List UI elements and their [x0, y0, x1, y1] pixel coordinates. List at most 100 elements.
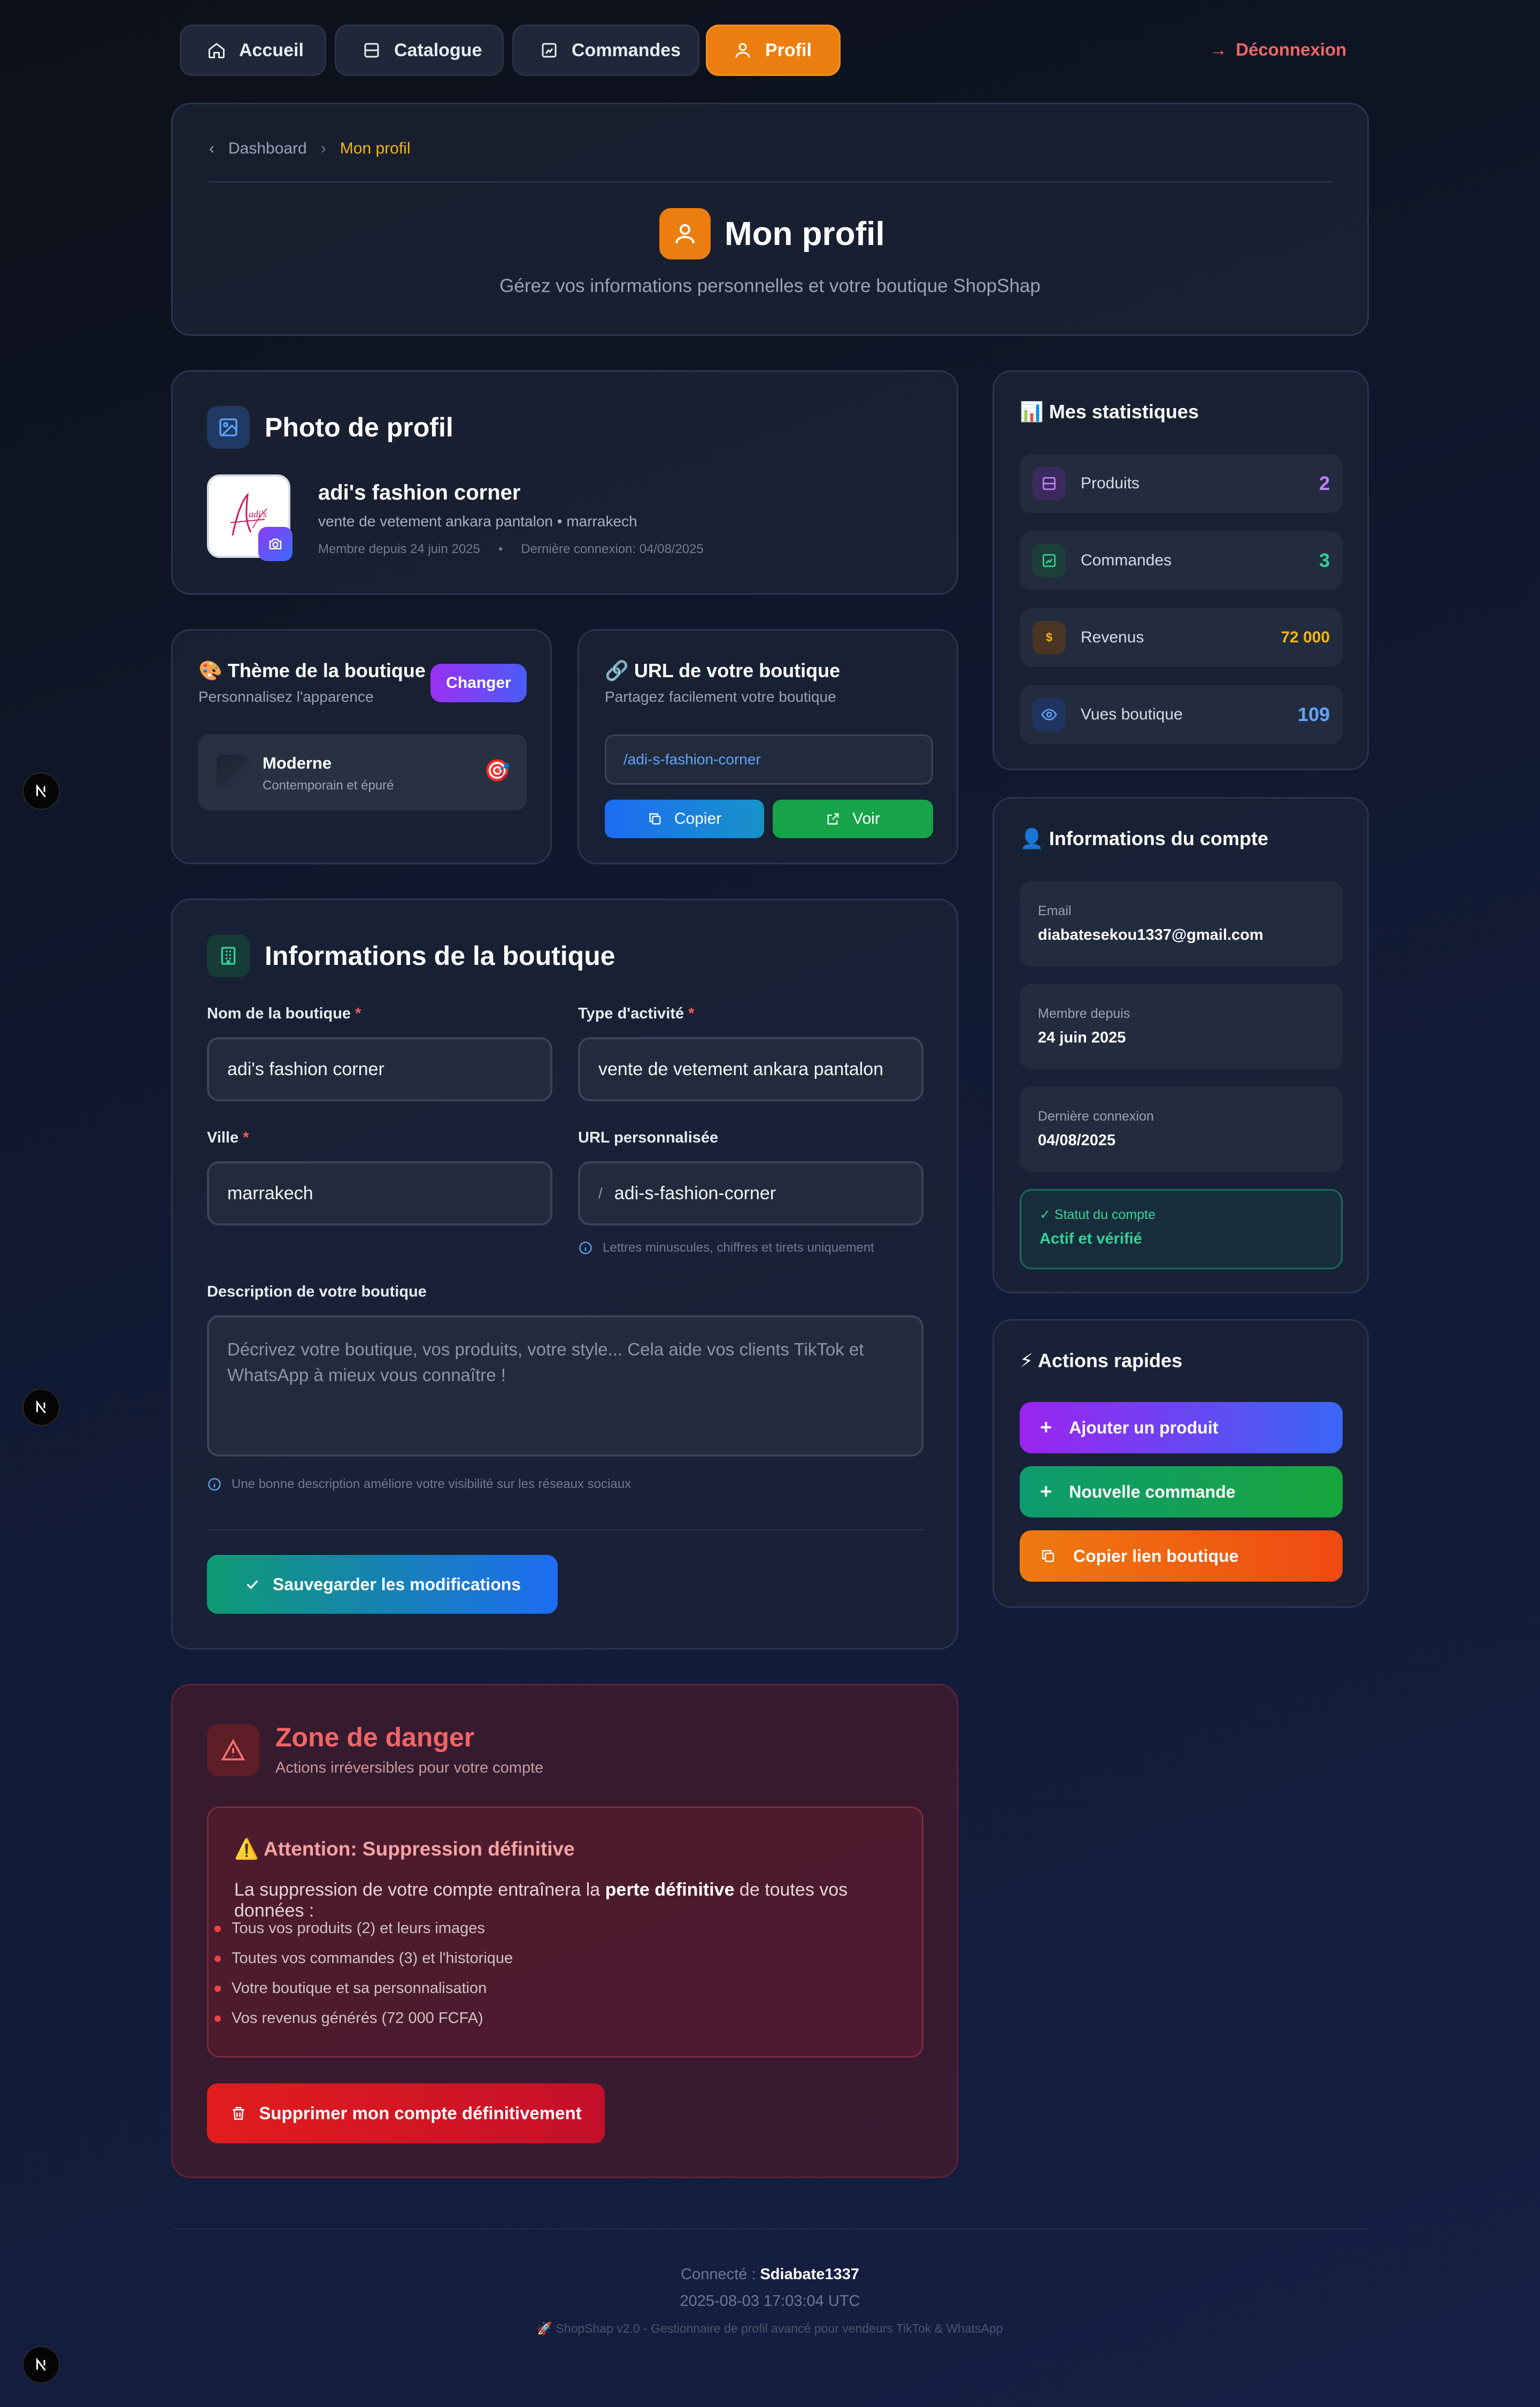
account-status: ✓ Statut du compte Actif et vérifié [1020, 1189, 1343, 1269]
url-hint: Lettres minuscules, chiffres et tirets u… [578, 1240, 874, 1255]
url-card: 🔗 URL de votre boutique Partagez facilem… [578, 629, 958, 864]
add-product-button[interactable]: + Ajouter un produit [1020, 1402, 1343, 1453]
custom-url-label: URL personnalisée [578, 1129, 719, 1146]
shop-description: vente de vetement ankara pantalon • marr… [318, 513, 637, 530]
next-dev-badge[interactable] [22, 2346, 60, 2383]
view-shop-button[interactable]: Voir [773, 800, 933, 838]
form-divider [207, 1529, 923, 1530]
user-icon [659, 208, 711, 259]
nav-profil[interactable]: Profil [706, 25, 841, 76]
logout-link[interactable]: → Déconnexion [1210, 40, 1346, 60]
account-member-since: Membre depuis 24 juin 2025 [1020, 984, 1343, 1069]
copy-url-button[interactable]: Copier [605, 800, 764, 838]
nextjs-icon [36, 1400, 46, 1414]
account-last-login: Dernière connexion 04/08/2025 [1020, 1086, 1343, 1172]
custom-url-value: adi-s-fashion-corner [614, 1183, 776, 1204]
theme-option-moderne[interactable]: Moderne Contemporain et épuré 🎯 [198, 734, 527, 810]
delete-account-button[interactable]: Supprimer mon compte définitivement [207, 2083, 605, 2143]
shop-url-field[interactable]: /adi-s-fashion-corner [605, 734, 933, 785]
danger-zone-card: Zone de danger Actions irréversibles pou… [171, 1684, 958, 2178]
save-button[interactable]: Sauvegarder les modifications [207, 1555, 558, 1614]
plus-icon: + [1040, 1416, 1052, 1439]
shop-info-title-row: Informations de la boutique [207, 934, 615, 977]
warning-icon [207, 1724, 259, 1776]
camera-icon [267, 536, 283, 552]
logout-label: Déconnexion [1236, 40, 1347, 59]
camera-button[interactable] [258, 527, 292, 561]
theme-name: Moderne [263, 754, 332, 772]
description-textarea[interactable]: Décrivez votre boutique, vos produits, v… [207, 1315, 923, 1457]
activity-label: Type d'activité * [578, 1005, 695, 1022]
building-icon [207, 934, 250, 977]
url-subtitle: Partagez facilement votre boutique [605, 688, 836, 705]
photo-section-title: Photo de profil [265, 412, 453, 442]
nav-accueil[interactable]: Accueil [180, 25, 326, 76]
nextjs-icon [36, 784, 46, 798]
last-login: Dernière connexion: 04/08/2025 [521, 542, 704, 556]
change-theme-button[interactable]: Changer [430, 664, 527, 702]
shop-name-label: Nom de la boutique * [207, 1005, 361, 1022]
description-label: Description de votre boutique [207, 1283, 427, 1300]
quick-actions-card: ⚡ Actions rapides + Ajouter un produit +… [992, 1319, 1369, 1608]
meta-separator: • [498, 542, 503, 556]
catalog-icon [362, 41, 381, 60]
nav-commandes-label: Commandes [572, 40, 681, 60]
danger-list-item: Vos revenus générés (72 000 FCFA) [214, 2010, 483, 2027]
nav-catalogue-label: Catalogue [394, 40, 482, 60]
stat-label: Revenus [1081, 628, 1144, 646]
shop-name: adi's fashion corner [318, 481, 521, 504]
stat-products: Produits 2 [1020, 454, 1343, 513]
next-dev-badge[interactable] [22, 1389, 60, 1426]
account-card: 👤 Informations du compte Email diabatese… [992, 797, 1369, 1293]
copy-link-button[interactable]: Copier lien boutique [1020, 1530, 1343, 1582]
stat-value: 72 000 [1281, 628, 1330, 646]
add-product-label: Ajouter un produit [1069, 1417, 1219, 1437]
copy-icon [1040, 1548, 1056, 1564]
orders-icon [540, 41, 559, 60]
member-since: Membre depuis 24 juin 2025 [318, 542, 480, 556]
stat-label: Commandes [1081, 551, 1172, 569]
profile-meta: Membre depuis 24 juin 2025 • Dernière co… [318, 542, 704, 557]
catalog-icon [1033, 467, 1066, 500]
status-label: ✓ Statut du compte [1040, 1207, 1156, 1222]
login-value: 04/08/2025 [1038, 1132, 1116, 1149]
breadcrumb: ‹ Dashboard › Mon profil [209, 140, 410, 158]
email-label: Email [1038, 903, 1072, 918]
member-label: Membre depuis [1038, 1006, 1130, 1021]
shop-name-input[interactable]: adi's fashion corner [207, 1037, 552, 1101]
nextjs-icon [36, 2357, 46, 2371]
header-card: ‹ Dashboard › Mon profil Mon profil Gére… [171, 103, 1369, 336]
nav-catalogue[interactable]: Catalogue [335, 25, 504, 76]
stat-value: 109 [1297, 703, 1330, 725]
danger-subtitle: Actions irréversibles pour votre compte [275, 1759, 544, 1776]
stat-label: Vues boutique [1081, 706, 1183, 723]
new-order-button[interactable]: + Nouvelle commande [1020, 1466, 1343, 1517]
page-subtitle: Gérez vos informations personnelles et v… [499, 275, 1041, 296]
custom-url-input[interactable]: / adi-s-fashion-corner [578, 1161, 923, 1225]
shop-info-title: Informations de la boutique [265, 941, 615, 971]
breadcrumb-parent[interactable]: Dashboard [228, 140, 307, 158]
stat-value: 2 [1319, 472, 1330, 494]
theme-preview [217, 755, 250, 790]
user-icon [733, 41, 752, 60]
chevron-left-icon[interactable]: ‹ [209, 140, 214, 158]
next-dev-badge[interactable] [22, 772, 60, 810]
quick-actions-title: ⚡ Actions rapides [1020, 1350, 1183, 1371]
danger-list-item: Votre boutique et sa personnalisation [214, 1980, 487, 1997]
theme-subtitle: Personnalisez l'apparence [198, 688, 374, 705]
footer-timestamp: 2025-08-03 17:03:04 UTC [680, 2293, 860, 2310]
theme-card: 🎨 Thème de la boutique Personnalisez l'a… [171, 629, 552, 864]
nav-commandes[interactable]: Commandes [512, 25, 699, 76]
image-icon [207, 406, 250, 449]
danger-list-item: Toutes vos commandes (3) et l'historique [214, 1950, 513, 1967]
target-icon: 🎯 [484, 759, 511, 783]
external-link-icon [826, 811, 841, 826]
page-title-row: Mon profil [659, 208, 885, 259]
activity-input[interactable]: vente de vetement ankara pantalon [578, 1037, 923, 1101]
stat-orders: Commandes 3 [1020, 531, 1343, 590]
footer-connected: Connecté : Sdiabate1337 [0, 2266, 1540, 2283]
city-input[interactable]: marrakech [207, 1161, 552, 1225]
home-icon [207, 41, 226, 60]
plus-icon: + [1040, 1480, 1052, 1503]
stats-title: 📊 Mes statistiques [1020, 401, 1199, 423]
